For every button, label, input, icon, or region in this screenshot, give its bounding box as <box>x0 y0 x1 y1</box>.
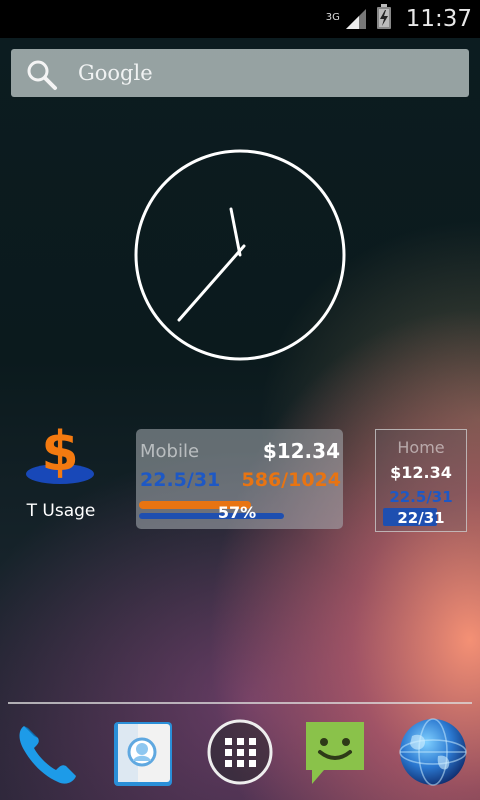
network-type-label: 3G <box>325 12 340 23</box>
dollar-icon: $ <box>41 420 79 483</box>
home-usage-widget[interactable]: Home $12.34 22.5/31 22/31 <box>375 429 467 532</box>
mobile-data-usage: 586/1024 <box>241 469 341 491</box>
phone-icon[interactable] <box>10 716 80 788</box>
search-label: Google <box>78 61 153 85</box>
browser-globe-icon[interactable] <box>398 716 468 788</box>
messaging-icon[interactable] <box>300 716 370 788</box>
google-search-bar[interactable]: Google <box>11 49 469 97</box>
t-usage-app-icon[interactable]: $ <box>22 420 98 488</box>
home-title: Home <box>397 438 445 457</box>
dock-divider <box>8 702 472 704</box>
mobile-usage-widget[interactable]: Mobile $12.34 22.5/31 586/1024 57% <box>136 429 343 529</box>
home-cost: $12.34 <box>390 463 452 482</box>
status-bar: 3G 11:37 <box>0 0 480 38</box>
status-time: 11:37 <box>405 6 472 32</box>
status-icons: 3G 11:37 <box>326 0 472 38</box>
signal-icon: 3G <box>326 7 368 31</box>
mobile-days: 22.5/31 <box>140 469 221 491</box>
app-drawer-icon[interactable] <box>205 716 275 788</box>
search-icon <box>27 60 57 90</box>
t-usage-label[interactable]: T Usage <box>20 501 102 521</box>
contacts-icon[interactable] <box>108 716 178 788</box>
hour-hand <box>229 207 242 257</box>
mobile-title: Mobile <box>140 441 200 462</box>
analog-clock-widget[interactable] <box>133 148 347 362</box>
data-usage-percent: 57% <box>217 503 257 522</box>
home-days: 22.5/31 <box>389 488 453 506</box>
minute-hand <box>177 244 246 322</box>
home-days-bar-label: 22/31 <box>397 509 445 527</box>
mobile-cost: $12.34 <box>262 439 340 463</box>
battery-icon <box>376 4 392 34</box>
